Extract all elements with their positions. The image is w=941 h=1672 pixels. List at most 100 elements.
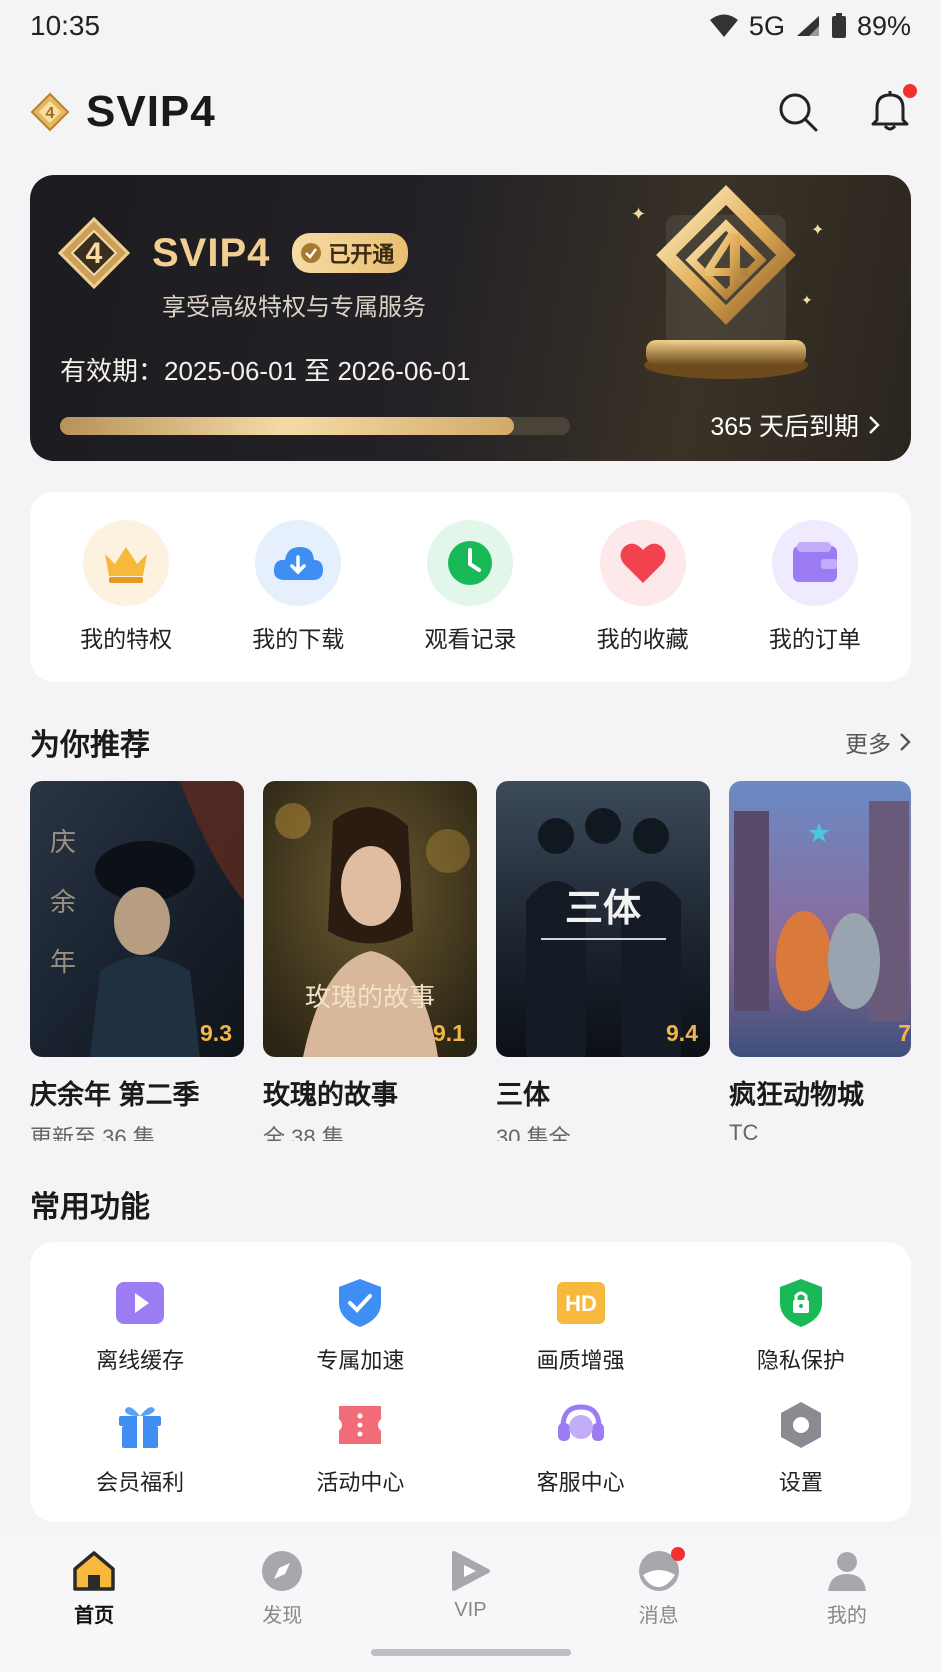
- recommend-title: 为你推荐: [30, 729, 150, 762]
- function-activities[interactable]: 活动中心: [250, 1386, 470, 1508]
- function-label: 设置: [778, 1470, 823, 1495]
- top-header: 4 SVIP4: [30, 82, 917, 142]
- quick-action-favorites[interactable]: 我的收藏: [568, 520, 718, 654]
- svg-text:余: 余: [50, 888, 76, 918]
- recommend-item[interactable]: 三体 9.4 三体 30 集全: [496, 781, 710, 1141]
- vip-status-badge: 已开通: [292, 233, 409, 273]
- recommend-item[interactable]: 庆 余 年 9.3 庆余年 第二季 更新至 36 集: [30, 781, 244, 1141]
- quick-action-downloads[interactable]: 我的下载: [223, 520, 373, 654]
- heart-icon: [620, 543, 666, 583]
- status-bar: 10:35 5G 89%: [0, 0, 941, 52]
- quick-action-label: 我的收藏: [596, 626, 689, 652]
- more-label: 更多: [845, 731, 891, 757]
- functions-grid: 离线缓存 专属加速 HD 画质增强 隐私保护 会员福利 活动中心 客服中心 设置: [30, 1242, 911, 1522]
- quick-action-label: 我的订单: [768, 626, 861, 652]
- poster-subtitle: TC: [729, 1120, 759, 1141]
- svg-text:庆: 庆: [50, 828, 76, 858]
- svg-text:✦: ✦: [811, 222, 824, 239]
- function-label: 专属加速: [316, 1348, 405, 1373]
- quick-action-label: 我的特权: [80, 626, 173, 652]
- poster-subtitle: 全 38 集: [263, 1125, 344, 1141]
- nav-label: VIP: [454, 1599, 487, 1621]
- shield-check-icon: [339, 1279, 382, 1327]
- search-icon[interactable]: [777, 91, 819, 133]
- notification-dot: [903, 83, 917, 98]
- lock-shield-icon: [779, 1279, 822, 1327]
- function-quality[interactable]: HD 画质增强: [471, 1264, 691, 1386]
- quick-actions-card: 我的特权 我的下载 观看记录 我的收藏 我的订单: [30, 492, 911, 682]
- battery-level: 89%: [856, 10, 911, 41]
- play-cache-icon: [116, 1282, 165, 1324]
- poster-score: 9.4: [666, 1020, 698, 1046]
- clock-icon: [448, 541, 493, 585]
- page-title: SVIP4: [86, 87, 216, 136]
- home-icon: [73, 1551, 115, 1591]
- vip-validity: 有效期：2025-06-01 至 2026-06-01: [60, 356, 471, 386]
- recommend-header: 为你推荐 更多: [30, 720, 911, 764]
- functions-title: 常用功能: [30, 1191, 150, 1224]
- network-label: 5G: [748, 10, 785, 41]
- function-benefits[interactable]: 会员福利: [30, 1386, 250, 1508]
- recommend-list: 庆 余 年 9.3 庆余年 第二季 更新至 36 集 玫瑰的故事 9.1 玫瑰的…: [30, 781, 941, 1141]
- function-privacy[interactable]: 隐私保护: [691, 1264, 911, 1386]
- function-acceleration[interactable]: 专属加速: [250, 1264, 470, 1386]
- nav-discover[interactable]: 发现: [222, 1549, 342, 1672]
- validity-progress-bar: [60, 417, 570, 435]
- vip-subtitle: 享受高级特权与专属服务: [162, 294, 426, 321]
- nav-home[interactable]: 首页: [34, 1549, 154, 1672]
- nav-profile[interactable]: 我的: [787, 1549, 907, 1672]
- cloud-download-icon: [274, 547, 324, 580]
- functions-header: 常用功能: [30, 1182, 911, 1226]
- svg-text:玫瑰的故事: 玫瑰的故事: [305, 983, 435, 1013]
- home-indicator[interactable]: [371, 1649, 571, 1656]
- nav-label: 消息: [638, 1605, 679, 1627]
- quick-action-privileges[interactable]: 我的特权: [51, 520, 201, 654]
- svg-text:★: ★: [808, 820, 830, 847]
- nav-label: 发现: [262, 1605, 303, 1627]
- crown-icon: [105, 547, 148, 583]
- notification-button[interactable]: [869, 83, 917, 137]
- vip-level-badge-icon: 4: [58, 217, 130, 289]
- nav-label: 首页: [74, 1605, 115, 1627]
- chevron-right-icon: [869, 416, 880, 434]
- nav-label: 我的: [826, 1605, 867, 1627]
- poster-title: 三体: [496, 1080, 550, 1110]
- function-support[interactable]: 客服中心: [471, 1386, 691, 1508]
- nav-messages[interactable]: 消息: [599, 1547, 719, 1672]
- recommend-item[interactable]: ★ 7 疯狂动物城 TC: [729, 781, 941, 1141]
- recommend-item[interactable]: 玫瑰的故事 9.1 玫瑰的故事 全 38 集: [263, 781, 477, 1141]
- quick-action-orders[interactable]: 我的订单: [740, 520, 890, 654]
- vip-status-label: 已开通: [328, 242, 395, 267]
- quick-action-history[interactable]: 观看记录: [395, 520, 545, 654]
- poster-subtitle: 30 集全: [496, 1125, 571, 1141]
- hd-icon: HD: [556, 1282, 605, 1324]
- poster-image: ★ 7: [729, 781, 911, 1057]
- ticket-icon: [339, 1406, 382, 1444]
- poster-title: 疯狂动物城: [729, 1080, 864, 1110]
- quick-action-label: 观看记录: [424, 626, 517, 652]
- wallet-icon: [792, 542, 837, 582]
- vip-membership-card[interactable]: 4 ✦ ✦ ✦ 4 SVIP4 已开通 享受高级特权与专属服务 有效期：2025…: [30, 175, 911, 461]
- vip-play-icon: [452, 1551, 491, 1591]
- function-settings[interactable]: 设置: [691, 1386, 911, 1508]
- signal-icon: [796, 16, 819, 36]
- poster-score: 7: [898, 1020, 911, 1046]
- poster-title: 玫瑰的故事: [263, 1080, 398, 1110]
- svg-text:年: 年: [50, 948, 76, 978]
- trophy-badge-icon: 4 ✦ ✦ ✦: [631, 185, 824, 379]
- poster-image: 三体 9.4: [496, 781, 710, 1057]
- status-time: 10:35: [30, 10, 101, 41]
- poster-subtitle: 更新至 36 集: [30, 1125, 155, 1141]
- more-link[interactable]: 更多: [845, 725, 911, 759]
- poster-image: 玫瑰的故事 9.1: [263, 781, 477, 1057]
- vip-expire-label: 365 天后到期: [710, 413, 859, 441]
- vip-expire-link[interactable]: 365 天后到期: [710, 407, 881, 443]
- poster-score: 9.3: [200, 1020, 232, 1046]
- poster-image: 庆 余 年 9.3: [30, 781, 244, 1057]
- vip-badge-icon: 4: [30, 92, 70, 132]
- function-offline-cache[interactable]: 离线缓存: [30, 1264, 250, 1386]
- poster-title: 庆余年 第二季: [30, 1080, 200, 1110]
- wifi-icon: [709, 14, 738, 37]
- function-label: 画质增强: [536, 1348, 625, 1373]
- svg-text:HD: HD: [565, 1291, 597, 1316]
